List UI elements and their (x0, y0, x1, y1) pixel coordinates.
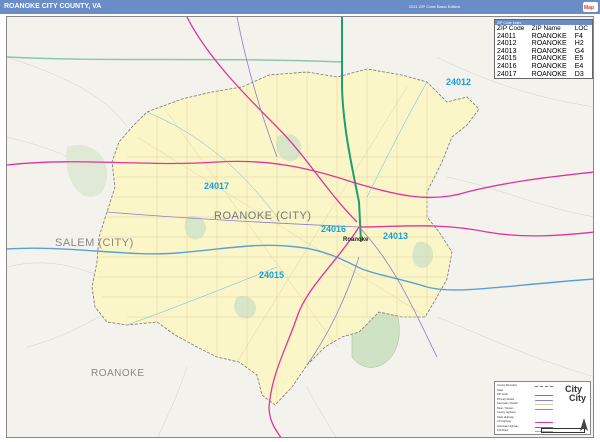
zip-cell: 24017 (497, 70, 517, 78)
legend-item: Interstate Highway (497, 424, 519, 428)
table-row: 24013 ROANOKE G4 (495, 48, 592, 56)
logo-top: Map (583, 2, 598, 12)
table-row: 24011 ROANOKE F4 (495, 33, 592, 41)
logo-text-2: City (569, 393, 587, 403)
zip-label-24015: 24015 (259, 270, 285, 280)
legend-item: Primary Roads (497, 397, 515, 401)
zip-cell: 24013 (497, 47, 517, 55)
label-city: ROANOKE (CITY) (214, 210, 312, 222)
legend-swatch (535, 399, 553, 402)
zip-cell: 24015 (497, 55, 517, 63)
zip-label-24017: 24017 (204, 181, 230, 191)
legend-swatch (535, 395, 553, 397)
map-title: ROANOKE CITY COUNTY, VA (4, 3, 102, 10)
legend-item: County Boundary (497, 384, 518, 387)
loc-cell: H2 (574, 40, 584, 48)
table-row: 24016 ROANOKE E4 (495, 63, 592, 71)
map-frame[interactable]: ROANOKE (CITY) SALEM (CITY) ROANOKE Roan… (6, 16, 594, 438)
north-arrow-icon (580, 418, 588, 431)
zip-cell: 24011 (497, 32, 516, 40)
name-cell: ROANOKE (531, 55, 567, 63)
legend-item: County Highway (497, 411, 516, 414)
loc-cell: F4 (574, 32, 583, 40)
loc-cell: E5 (574, 55, 584, 63)
zip-cell: 24016 (497, 62, 517, 70)
col-loc: LOC (574, 25, 589, 32)
loc-cell: E4 (574, 62, 584, 70)
name-cell: ROANOKE (531, 62, 567, 70)
table-row: 24012 ROANOKE H2 (495, 40, 592, 48)
name-cell: ROANOKE (531, 70, 567, 78)
legend-swatch (535, 386, 553, 388)
legend-swatch (535, 408, 553, 411)
label-salem: SALEM (CITY) (55, 237, 134, 249)
name-cell: ROANOKE (531, 47, 567, 55)
zip-code-table: ZIP Code Index ZIP Code ZIP Name LOC 240… (494, 19, 593, 80)
loc-cell: G4 (574, 47, 585, 55)
title-bar: ROANOKE CITY COUNTY, VA 2021 ZIP Code Ba… (0, 0, 600, 14)
legend-item: River / Stream (497, 406, 514, 410)
zip-label-24013: 24013 (383, 231, 409, 241)
loc-cell: D3 (574, 70, 584, 78)
legend-item: State (497, 388, 504, 392)
legend-item: US Highway (497, 420, 512, 423)
label-downtown: Roanoke (343, 237, 369, 243)
logo-bottom: City City (565, 385, 589, 413)
zip-label-24016: 24016 (321, 224, 347, 234)
legend-item: Secondary Roads (497, 402, 518, 405)
edition-label: 2021 ZIP Code Basic Edition (408, 4, 460, 9)
label-county: ROANOKE (91, 368, 145, 379)
name-cell: ROANOKE (531, 40, 567, 48)
svg-text:Map: Map (584, 5, 594, 11)
legend-item: Toll Road (497, 429, 508, 432)
table-row: 24015 ROANOKE E5 (495, 55, 592, 63)
name-cell: ROANOKE (531, 32, 567, 40)
legend-item: ZIP Code (497, 393, 508, 396)
legend-swatch (535, 422, 553, 424)
table-row: 24017 ROANOKE D3 (495, 71, 592, 79)
zip-cell: 24012 (497, 40, 517, 48)
col-zip-code: ZIP Code (497, 25, 525, 32)
col-zip-name: ZIP Name (531, 25, 561, 32)
legend-swatch (535, 404, 553, 406)
zip-label-24012: 24012 (446, 77, 472, 87)
legend-item: State Highway (497, 415, 514, 419)
